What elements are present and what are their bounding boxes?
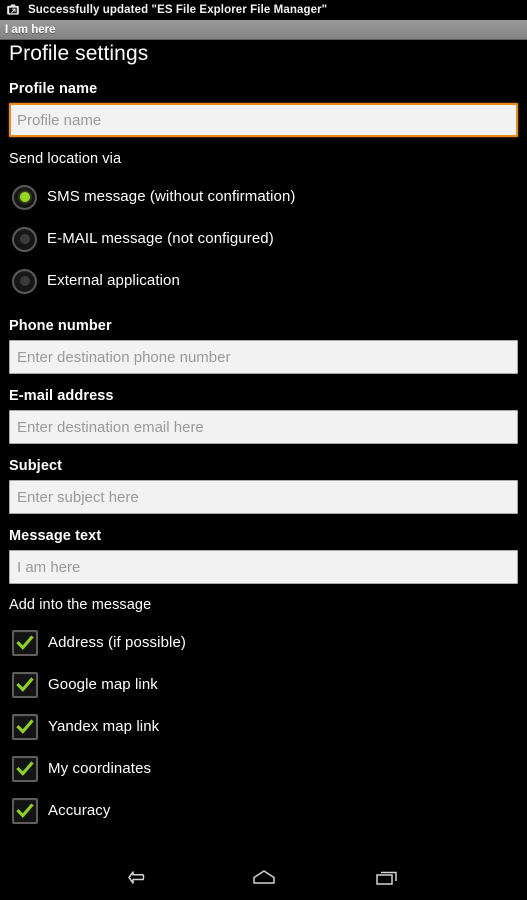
phone-number-input[interactable] [9,340,518,374]
checkbox-accuracy-icon[interactable] [12,798,38,824]
page-title: Profile settings [9,42,149,65]
email-address-label: E-mail address [9,388,114,404]
notification-text: Successfully updated "ES File Explorer F… [28,4,328,16]
checkbox-row-accuracy[interactable]: Accuracy [9,790,518,832]
email-address-group: E-mail address [9,388,518,444]
subject-group: Subject [9,458,518,514]
back-button[interactable] [117,857,163,897]
profile-name-label: Profile name [9,81,98,97]
phone-number-label: Phone number [9,318,112,334]
status-bar[interactable]: Successfully updated "ES File Explorer F… [0,0,527,20]
action-bar-title: I am here [5,23,56,36]
message-text-group: Message text [9,528,518,584]
phone-number-group: Phone number [9,318,518,374]
recents-icon [375,871,397,885]
checkbox-my-coordinates-icon[interactable] [12,756,38,782]
android-screen: Successfully updated "ES File Explorer F… [0,0,527,900]
radio-option-external-app-label: External application [47,272,180,289]
add-into-message-label: Add into the message [9,597,152,613]
checkbox-google-map-link-icon[interactable] [12,672,38,698]
subject-input[interactable] [9,480,518,514]
checkbox-row-google-map-link[interactable]: Google map link [9,664,518,706]
action-bar[interactable]: I am here [0,20,527,40]
profile-name-group: Profile name [9,81,518,137]
radio-external-app-icon[interactable] [12,268,37,294]
checkbox-address-icon[interactable] [12,630,38,656]
send-location-group: Send location via SMS message (without c… [9,151,518,302]
profile-name-input[interactable] [9,103,518,137]
navigation-bar [0,854,527,900]
back-arrow-icon [127,871,144,884]
radio-sms-icon[interactable] [12,184,37,210]
subject-label: Subject [9,458,63,474]
radio-email-icon[interactable] [12,226,37,252]
message-text-input[interactable] [9,550,518,584]
checkbox-row-address[interactable]: Address (if possible) [9,622,518,664]
send-location-label: Send location via [9,151,122,167]
checkbox-row-my-coordinates[interactable]: My coordinates [9,748,518,790]
radio-option-email-label: E-MAIL message (not configured) [47,230,274,247]
home-button[interactable] [241,857,287,897]
radio-option-external-app[interactable]: External application [9,260,518,302]
checkbox-my-coordinates-label: My coordinates [48,760,152,777]
home-icon [252,870,275,884]
checkbox-google-map-link-label: Google map link [48,676,158,693]
checkbox-yandex-map-link-icon[interactable] [12,714,38,740]
checkbox-row-yandex-map-link[interactable]: Yandex map link [9,706,518,748]
email-address-input[interactable] [9,410,518,444]
recents-button[interactable] [365,857,411,897]
radio-option-sms[interactable]: SMS message (without confirmation) [9,176,518,218]
checkbox-accuracy-label: Accuracy [48,802,111,819]
checkbox-yandex-map-link-label: Yandex map link [48,718,160,735]
app-update-icon [7,4,19,15]
checkbox-address-label: Address (if possible) [48,634,186,651]
add-into-message-group: Add into the message Address (if possibl… [9,597,518,832]
settings-scroll-area[interactable]: Profile settings Profile name Send locat… [0,40,527,854]
message-text-label: Message text [9,528,102,544]
radio-option-sms-label: SMS message (without confirmation) [47,188,296,205]
radio-option-email[interactable]: E-MAIL message (not configured) [9,218,518,260]
